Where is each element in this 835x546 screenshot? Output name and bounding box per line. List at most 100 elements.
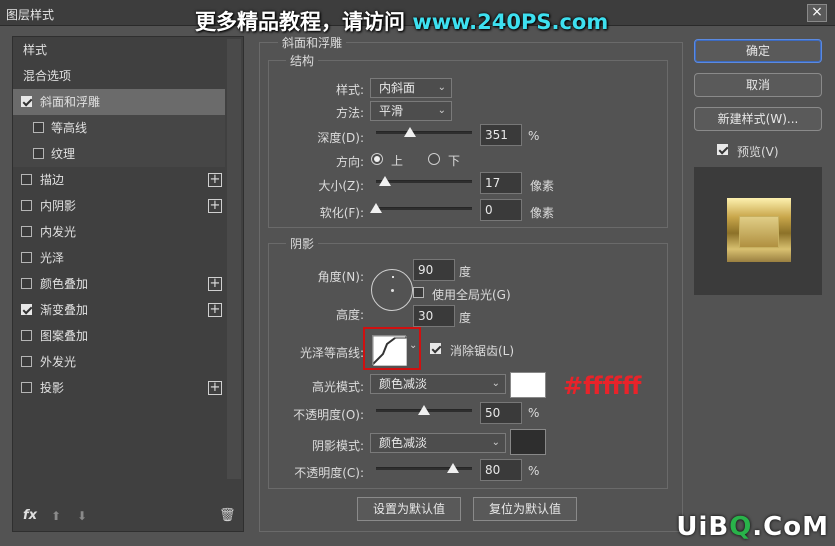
style-item-checkbox[interactable] — [33, 148, 44, 159]
highlight-opacity-slider[interactable] — [376, 405, 472, 415]
styles-header[interactable]: 样式 — [13, 37, 225, 63]
highlight-opacity-thumb[interactable] — [418, 405, 430, 415]
angle-unit: 度 — [459, 265, 472, 279]
style-item-checkbox[interactable] — [21, 252, 32, 263]
highlight-opacity-input[interactable]: 50 — [480, 402, 522, 424]
add-effect-icon[interactable]: + — [208, 381, 222, 395]
soften-slider-thumb[interactable] — [370, 203, 382, 213]
style-item-checkbox[interactable] — [21, 200, 32, 211]
reset-default-button[interactable]: 复位为默认值 — [473, 497, 577, 521]
trash-icon[interactable]: 🗑 — [219, 508, 236, 523]
gloss-contour-label: 光泽等高线: — [299, 346, 364, 360]
depth-slider-thumb[interactable] — [403, 127, 416, 137]
direction-up-radio[interactable] — [371, 153, 383, 165]
style-item-4[interactable]: 内阴影 + — [13, 193, 225, 219]
style-item-checkbox[interactable] — [21, 226, 32, 237]
shadow-opacity-input[interactable]: 80 — [480, 459, 522, 481]
angle-dial-center — [391, 289, 394, 292]
technique-select-value: 平滑 — [379, 104, 404, 118]
style-item-7[interactable]: 颜色叠加 + — [13, 271, 225, 297]
blend-options-item[interactable]: 混合选项 — [13, 63, 225, 89]
anti-alias-checkbox[interactable] — [430, 343, 441, 354]
depth-input[interactable]: 351 — [480, 124, 522, 146]
style-item-label: 斜面和浮雕 — [40, 95, 101, 109]
chevron-down-icon[interactable]: ⌄ — [409, 340, 417, 351]
style-item-11[interactable]: 投影 + — [13, 375, 225, 401]
style-item-checkbox[interactable] — [21, 96, 32, 107]
fx-icon[interactable]: fx — [23, 508, 37, 523]
cancel-button[interactable]: 取消 — [694, 73, 822, 97]
size-input[interactable]: 17 — [480, 172, 522, 194]
size-slider-thumb[interactable] — [378, 176, 391, 186]
new-style-button[interactable]: 新建样式(W)... — [694, 107, 822, 131]
style-item-6[interactable]: 光泽 — [13, 245, 225, 271]
angle-dial-marker — [392, 276, 394, 278]
soften-input[interactable]: 0 — [480, 199, 522, 221]
style-select-value: 内斜面 — [379, 81, 416, 95]
style-item-checkbox[interactable] — [21, 174, 32, 185]
style-item-10[interactable]: 外发光 — [13, 349, 225, 375]
gloss-contour-preview[interactable] — [372, 335, 408, 367]
style-item-9[interactable]: 图案叠加 — [13, 323, 225, 349]
style-item-5[interactable]: 内发光 — [13, 219, 225, 245]
style-item-3[interactable]: 描边 + — [13, 167, 225, 193]
style-item-label: 光泽 — [40, 251, 65, 265]
styles-list-panel: 样式 混合选项 斜面和浮雕 等高线 纹理 描边 + 内阴影 + 内发光 光泽 颜色叠加 + 渐变叠加 +… — [12, 36, 244, 532]
set-default-button[interactable]: 设置为默认值 — [357, 497, 461, 521]
style-item-label: 颜色叠加 — [40, 277, 89, 291]
structure-title: 结构 — [286, 52, 319, 69]
style-item-8[interactable]: 渐变叠加 + — [13, 297, 225, 323]
shading-title: 阴影 — [286, 235, 319, 252]
angle-dial[interactable] — [371, 269, 413, 311]
close-button[interactable]: × — [807, 4, 827, 22]
highlight-opacity-unit: % — [528, 406, 540, 420]
shadow-color-swatch[interactable] — [510, 429, 546, 455]
altitude-label: 高度: — [335, 308, 364, 322]
shadow-mode-select[interactable]: 颜色减淡 ⌄ — [370, 433, 506, 453]
move-down-icon[interactable]: ⬇ — [77, 509, 87, 523]
style-item-label: 等高线 — [51, 121, 88, 135]
global-light-checkbox[interactable] — [413, 287, 424, 298]
bottom-watermark-a: UiB — [676, 512, 730, 542]
style-item-1[interactable]: 等高线 — [13, 115, 225, 141]
highlight-mode-value: 颜色减淡 — [379, 377, 428, 391]
add-effect-icon[interactable]: + — [208, 303, 222, 317]
style-item-0[interactable]: 斜面和浮雕 — [13, 89, 225, 115]
style-item-label: 纹理 — [51, 147, 76, 161]
soften-slider[interactable] — [370, 203, 472, 213]
style-item-checkbox[interactable] — [21, 330, 32, 341]
ok-button[interactable]: 确定 — [694, 39, 822, 63]
add-effect-icon[interactable]: + — [208, 277, 222, 291]
shadow-opacity-slider[interactable] — [376, 463, 472, 473]
style-item-2[interactable]: 纹理 — [13, 141, 225, 167]
altitude-unit: 度 — [459, 311, 472, 325]
style-item-checkbox[interactable] — [33, 122, 44, 133]
direction-down-radio[interactable] — [428, 153, 440, 165]
highlight-mode-select[interactable]: 颜色减淡 ⌄ — [370, 374, 506, 394]
altitude-input[interactable]: 30 — [413, 305, 455, 327]
preview-label: 预览(V) — [737, 145, 779, 159]
move-up-icon[interactable]: ⬆ — [51, 509, 61, 523]
style-select[interactable]: 内斜面 ⌄ — [370, 78, 452, 98]
direction-up-label: 上 — [391, 154, 404, 168]
technique-select[interactable]: 平滑 ⌄ — [370, 101, 452, 121]
size-slider[interactable] — [376, 176, 472, 186]
gloss-contour-picker[interactable]: ⌄ — [363, 327, 421, 370]
styles-list-scrollbar[interactable] — [227, 39, 241, 479]
angle-input[interactable]: 90 — [413, 259, 455, 281]
style-item-checkbox[interactable] — [21, 382, 32, 393]
style-item-checkbox[interactable] — [21, 304, 32, 315]
style-item-checkbox[interactable] — [21, 356, 32, 367]
add-effect-icon[interactable]: + — [208, 199, 222, 213]
highlight-color-swatch[interactable] — [510, 372, 546, 398]
depth-slider[interactable] — [376, 127, 472, 137]
soften-unit: 像素 — [530, 206, 555, 220]
shadow-opacity-thumb[interactable] — [446, 463, 459, 473]
preview-checkbox[interactable] — [717, 144, 728, 155]
direction-down-label: 下 — [448, 154, 461, 168]
watermark-banner: 更多精品教程，请访问 www.240PS.com — [195, 6, 608, 36]
add-effect-icon[interactable]: + — [208, 173, 222, 187]
style-item-label: 描边 — [40, 173, 65, 187]
style-item-checkbox[interactable] — [21, 278, 32, 289]
direction-label: 方向: — [335, 155, 364, 169]
